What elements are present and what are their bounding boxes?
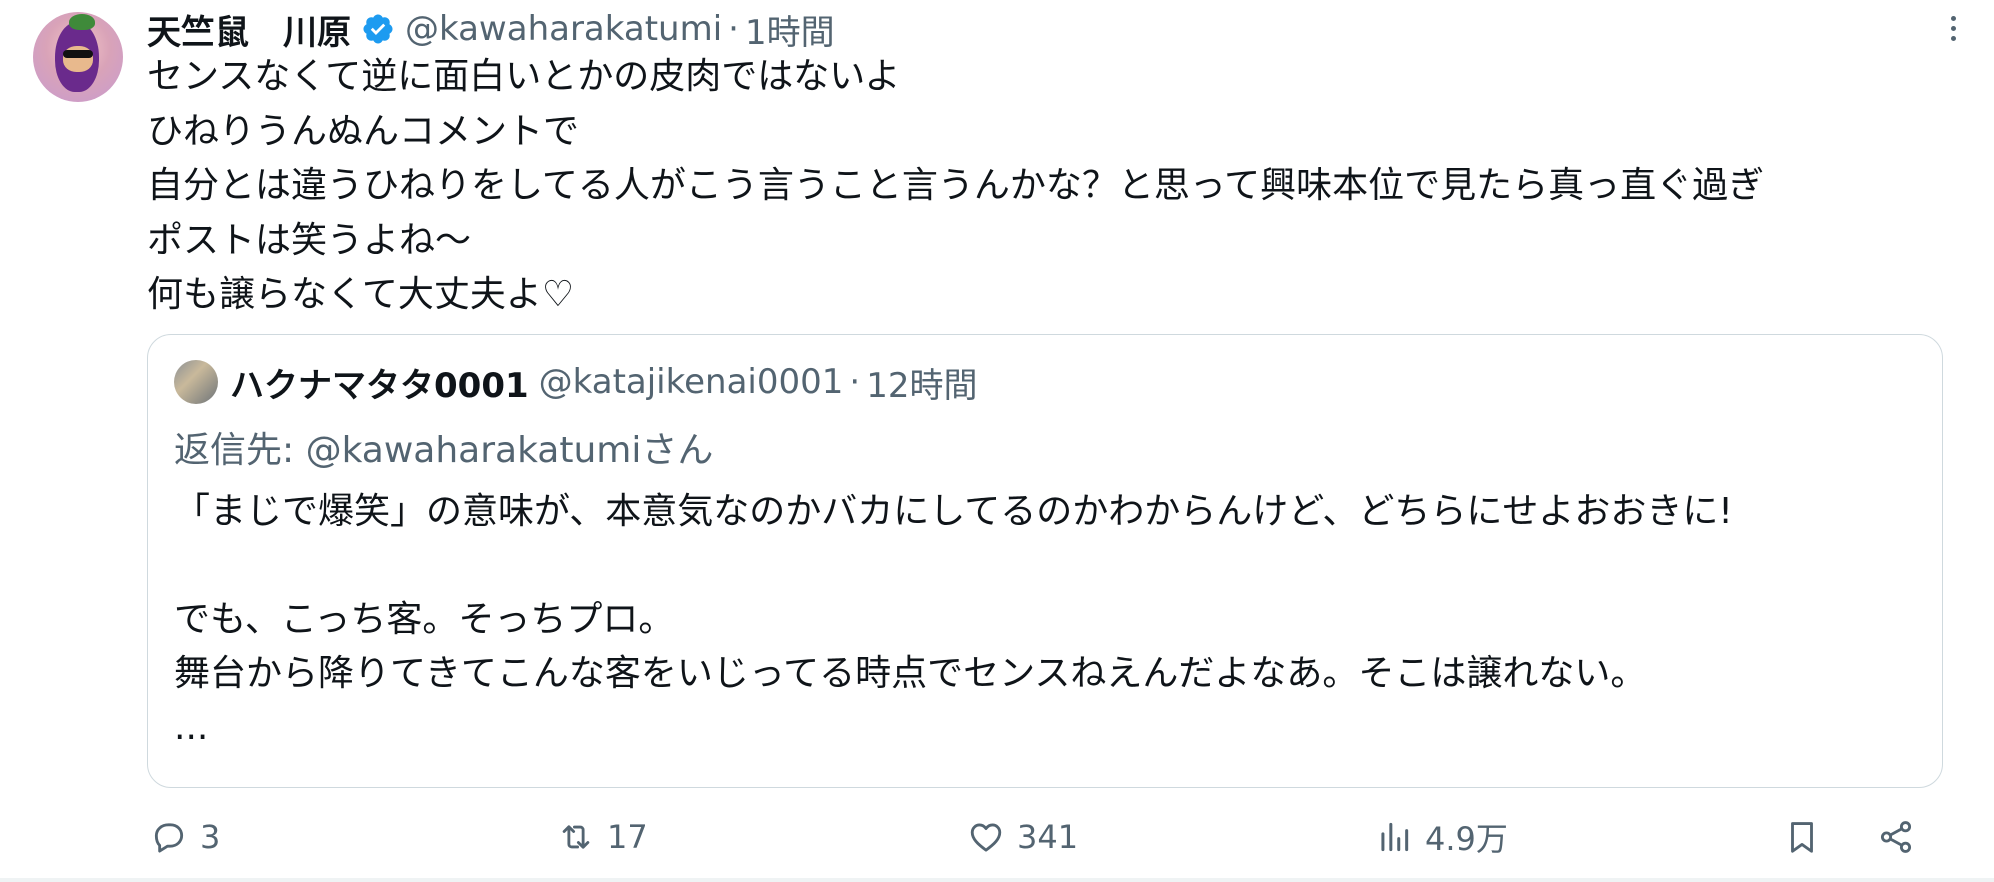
bookmark-icon <box>1791 822 1813 853</box>
author-handle[interactable]: @kawaharakatumi <box>405 9 722 49</box>
reply-mention: @kawaharakatumi <box>305 430 642 471</box>
quoted-tweet-text: 「まじで爆笑」の意味が、本意気なのかバカにしてるのかわからんけど、どちらにせよお… <box>174 485 1733 755</box>
quoted-header-separator: · <box>849 362 861 402</box>
quoted-author-display-name: ハクナマタタ0001 <box>230 365 529 406</box>
like-button[interactable]: 341 <box>967 810 1078 864</box>
header-separator: · <box>728 9 739 49</box>
tweet-text: センスなくて逆に面白いとかの皮肉ではないよ ひねりうんぬんコメントで 自分とは違… <box>147 50 1967 323</box>
retweet-icon <box>562 825 590 849</box>
share-icon <box>1880 821 1912 853</box>
quoted-reply-context: 返信先: @kawaharakatumiさん <box>174 421 713 473</box>
reply-suffix: さん <box>641 430 714 471</box>
quoted-text-line: ... <box>174 707 209 748</box>
more-options-icon[interactable] <box>1945 12 1961 48</box>
like-count: 341 <box>1017 818 1079 856</box>
quoted-text-line <box>174 539 1733 593</box>
quoted-text-line: でも、こっち客。そっちプロ。 <box>174 599 675 640</box>
quoted-author-avatar <box>174 360 218 404</box>
quoted-tweet-card[interactable]: ハクナマタタ0001 @katajikenai0001 · 12時間 返信先: … <box>147 334 1943 788</box>
tweet-text-line: センスなくて逆に面白いとかの皮肉ではないよ <box>147 56 901 97</box>
heart-icon <box>970 823 1002 852</box>
quoted-tweet-timestamp: 12時間 <box>866 365 978 406</box>
quoted-tweet-header: ハクナマタタ0001 @katajikenai0001 · 12時間 <box>174 357 977 407</box>
tweet-timestamp[interactable]: 1時間 <box>745 5 835 54</box>
author-display-name[interactable]: 天竺鼠 川原 <box>147 5 351 54</box>
reply-button[interactable]: 3 <box>150 810 220 864</box>
quoted-text-line: 「まじで爆笑」の意味が、本意気なのかバカにしてるのかわからんけど、どちらにせよお… <box>174 491 1733 532</box>
tweet-action-bar: 3 17 341 4.9万 <box>0 810 1994 864</box>
quoted-text-line: 舞台から降りてきてこんな客をいじってる時点でセンスねえんだよなあ。そこは譲れない… <box>174 653 1647 694</box>
tweet-text-line: ポストは笑うよね〜 <box>147 219 472 261</box>
reply-icon <box>154 823 184 853</box>
verified-badge-icon <box>363 14 393 44</box>
share-button[interactable] <box>1877 810 1915 864</box>
avatar-eggplant-cap <box>69 14 95 30</box>
avatar-sunglasses <box>63 50 93 58</box>
views-icon <box>1381 822 1409 852</box>
tweet-divider <box>0 878 1994 882</box>
bookmark-button[interactable] <box>1783 810 1821 864</box>
view-count: 4.9万 <box>1425 820 1508 858</box>
retweet-button[interactable]: 17 <box>557 810 648 864</box>
views-button[interactable]: 4.9万 <box>1375 810 1508 864</box>
tweet-header: 天竺鼠 川原 @kawaharakatumi · 1時間 <box>147 4 835 54</box>
tweet-text-line: 自分とは違うひねりをしてる人がこう言うこと言うんかな？と思って興味本位で見たら真… <box>147 165 1765 206</box>
retweet-count: 17 <box>607 818 648 856</box>
tweet[interactable]: 天竺鼠 川原 @kawaharakatumi · 1時間 センスなくて逆に面白い… <box>0 0 1994 882</box>
tweet-text-line: 何も譲らなくて大丈夫よ♡ <box>147 274 575 315</box>
reply-count: 3 <box>200 818 221 856</box>
author-avatar[interactable] <box>33 12 123 102</box>
quoted-author-handle: @katajikenai0001 <box>538 362 844 402</box>
tweet-text-line: ひねりうんぬんコメントで <box>147 110 580 152</box>
reply-prefix: 返信先: <box>174 430 306 471</box>
